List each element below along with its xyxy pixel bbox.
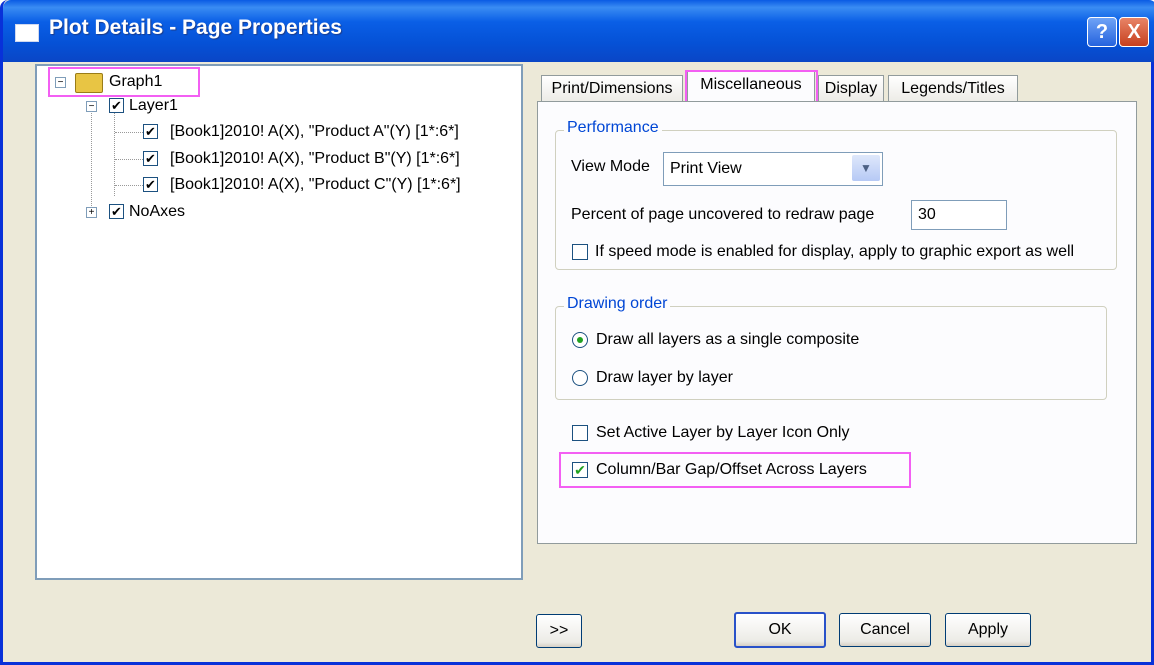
speed-mode-checkbox[interactable] bbox=[572, 244, 588, 260]
window-title: Plot Details - Page Properties bbox=[49, 16, 342, 39]
tree-item-plot-b[interactable]: [Book1]2010! A(X), "Product B"(Y) [1*:6*… bbox=[170, 148, 460, 170]
close-button[interactable]: X bbox=[1119, 17, 1149, 47]
check-icon[interactable]: ✔ bbox=[109, 98, 124, 113]
tree-connector bbox=[115, 159, 143, 160]
tree-item-plot-a[interactable]: [Book1]2010! A(X), "Product A"(Y) [1*:6*… bbox=[170, 121, 459, 143]
view-mode-value: Print View bbox=[670, 160, 742, 177]
cancel-button[interactable]: Cancel bbox=[839, 613, 931, 647]
object-tree[interactable]: − Graph1 − ✔ Layer1 ✔ [Book1]2010! A(X),… bbox=[35, 64, 523, 580]
check-icon[interactable]: ✔ bbox=[109, 204, 124, 219]
single-composite-label: Draw all layers as a single composite bbox=[596, 331, 860, 348]
tree-connector bbox=[91, 102, 92, 212]
expand-button[interactable]: >> bbox=[536, 614, 582, 648]
tab-print-dimensions[interactable]: Print/Dimensions bbox=[541, 75, 683, 102]
check-icon[interactable]: ✔ bbox=[143, 151, 158, 166]
radio-layer-by-layer[interactable] bbox=[572, 370, 588, 386]
view-mode-label: View Mode bbox=[571, 158, 650, 175]
tree-connector bbox=[114, 112, 115, 196]
help-button[interactable]: ? bbox=[1087, 17, 1117, 47]
ok-button[interactable]: OK bbox=[734, 612, 826, 648]
tree-item-noaxes[interactable]: NoAxes bbox=[129, 201, 185, 223]
tree-connector bbox=[115, 185, 143, 186]
title-bar[interactable]: Plot Details - Page Properties ? X bbox=[3, 0, 1154, 62]
layer-by-layer-label: Draw layer by layer bbox=[596, 369, 733, 386]
window-icon bbox=[15, 24, 39, 42]
set-active-layer-checkbox[interactable] bbox=[572, 425, 588, 441]
set-active-layer-label: Set Active Layer by Layer Icon Only bbox=[596, 424, 850, 441]
check-icon[interactable]: ✔ bbox=[143, 124, 158, 139]
check-icon[interactable]: ✔ bbox=[143, 177, 158, 192]
drawing-order-group-title: Drawing order bbox=[564, 295, 671, 313]
speed-mode-label: If speed mode is enabled for display, ap… bbox=[595, 243, 1075, 260]
radio-selected-dot bbox=[577, 337, 583, 343]
plot-details-dialog: Plot Details - Page Properties ? X − Gra… bbox=[0, 0, 1154, 665]
chevron-down-icon[interactable]: ▼ bbox=[852, 155, 880, 181]
highlight-box-graph1 bbox=[48, 67, 200, 97]
collapse-icon[interactable]: − bbox=[86, 101, 97, 112]
view-mode-select[interactable]: Print View ▼ bbox=[663, 152, 883, 186]
performance-group-title: Performance bbox=[564, 119, 662, 137]
tree-item-layer1[interactable]: Layer1 bbox=[129, 95, 178, 117]
tab-legends-titles[interactable]: Legends/Titles bbox=[888, 75, 1018, 102]
expand-icon[interactable]: + bbox=[86, 207, 97, 218]
percent-input[interactable]: 30 bbox=[911, 200, 1007, 230]
percent-label: Percent of page uncovered to redraw page bbox=[571, 206, 875, 223]
apply-button[interactable]: Apply bbox=[945, 613, 1031, 647]
tab-display[interactable]: Display bbox=[818, 75, 884, 102]
tree-connector bbox=[115, 132, 143, 133]
radio-single-composite[interactable] bbox=[572, 332, 588, 348]
highlight-box-tab bbox=[685, 70, 818, 104]
tree-item-plot-c[interactable]: [Book1]2010! A(X), "Product C"(Y) [1*:6*… bbox=[170, 174, 461, 196]
highlight-box-column-bar bbox=[559, 452, 911, 488]
